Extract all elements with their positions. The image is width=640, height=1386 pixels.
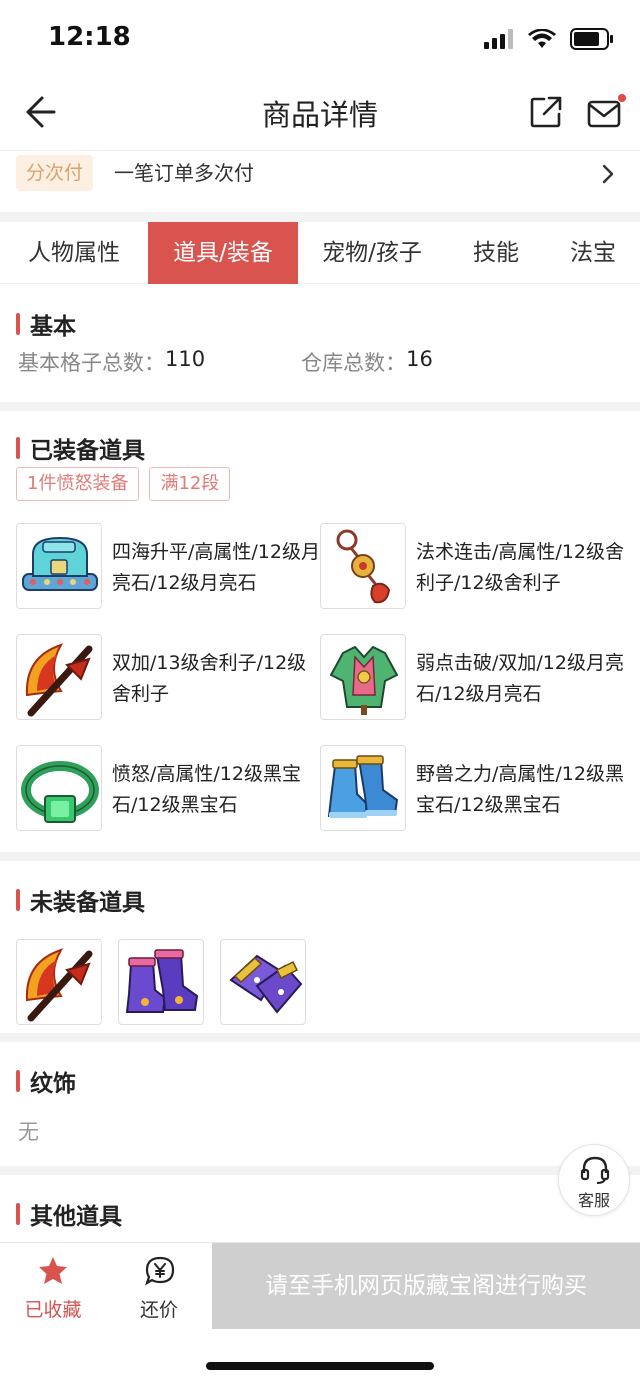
status-icons <box>484 28 614 50</box>
tab-skills[interactable]: 技能 <box>446 222 546 284</box>
anger-equipment-tag: 1件愤怒装备 <box>16 467 140 501</box>
section-title: 已装备道具 <box>30 438 145 464</box>
section-title: 基本 <box>30 314 76 340</box>
headset-icon <box>580 1156 610 1184</box>
message-icon[interactable] <box>586 94 626 130</box>
other-items-section: 其他道具 <box>0 1175 640 1242</box>
category-tabs: 人物属性 道具/装备 宠物/孩子 技能 法宝 <box>0 222 640 284</box>
installment-text: 一笔订单多次付 <box>114 161 254 185</box>
armor-icon <box>320 634 406 720</box>
grid-count-label: 基本格子总数： <box>18 351 165 375</box>
necklace-icon <box>320 523 406 609</box>
section-header: 基本 <box>16 307 76 341</box>
wifi-icon <box>528 29 556 48</box>
gauntlet-icon[interactable] <box>220 939 306 1025</box>
pattern-value: 无 <box>18 1120 39 1144</box>
equipped-item-desc: 四海升平/高属性/12级月亮石/12级月亮石 <box>112 541 320 594</box>
equipped-item-desc: 法术连击/高属性/12级舍利子/12级舍利子 <box>416 541 624 594</box>
installment-row[interactable]: 分次付 一笔订单多次付 <box>0 150 640 212</box>
section-header: 纹饰 <box>16 1064 76 1098</box>
yen-bubble-icon <box>145 1256 175 1286</box>
favorite-button[interactable]: 已收藏 <box>0 1243 106 1329</box>
share-icon[interactable] <box>528 94 564 130</box>
unequipped-section: 未装备道具 <box>0 861 640 1033</box>
section-header: 其他道具 <box>16 1197 122 1231</box>
star-filled-icon <box>39 1257 67 1284</box>
battery-icon <box>570 28 613 50</box>
customer-service-button[interactable]: 客服 <box>558 1144 630 1216</box>
grid-count-value: 110 <box>165 347 206 371</box>
belt-icon <box>16 745 102 831</box>
equipped-section: 已装备道具 1件愤怒装备 满12段 四海升平/高属性/12级月亮石/12级月亮石 <box>0 411 640 852</box>
status-time: 12:18 <box>48 22 131 52</box>
weapon-axe-icon[interactable] <box>16 939 102 1025</box>
equipped-item[interactable]: 愤怒/高属性/12级黑宝石/12级黑宝石 <box>16 745 316 831</box>
warehouse-count-label: 仓库总数： <box>301 351 407 375</box>
customer-service-label: 客服 <box>577 1191 610 1210</box>
section-title: 纹饰 <box>30 1071 76 1097</box>
favorite-label: 已收藏 <box>24 1299 82 1321</box>
section-accent-bar <box>16 889 20 911</box>
section-header: 已装备道具 <box>16 431 145 465</box>
section-title: 未装备道具 <box>30 890 145 916</box>
boots-icon <box>320 745 406 831</box>
equipped-item-desc: 野兽之力/高属性/12级黑宝石/12级黑宝石 <box>416 763 624 816</box>
buy-button-disabled[interactable]: 请至手机网页版藏宝阁进行购买 <box>212 1243 640 1329</box>
section-accent-bar <box>16 1203 20 1225</box>
equipped-item[interactable]: 四海升平/高属性/12级月亮石/12级月亮石 <box>16 523 320 609</box>
tab-treasures[interactable]: 法宝 <box>546 222 640 284</box>
boots-icon[interactable] <box>118 939 204 1025</box>
pattern-section: 纹饰 无 <box>0 1042 640 1166</box>
basic-section: 基本 基本格子总数： 110 仓库总数： 16 <box>0 285 640 402</box>
weapon-axe-icon <box>16 634 102 720</box>
installment-tag: 分次付 <box>16 155 94 191</box>
equipped-item-desc: 双加/13级舍利子/12级舍利子 <box>112 652 307 705</box>
bargain-label: 还价 <box>139 1299 178 1321</box>
section-divider <box>0 402 640 411</box>
warehouse-count-value: 16 <box>406 347 433 371</box>
section-divider <box>0 1033 640 1042</box>
basic-stats: 基本格子总数： 110 仓库总数： 16 <box>18 347 433 377</box>
signal-icon <box>484 29 513 49</box>
section-divider <box>0 1166 640 1175</box>
section-accent-bar <box>16 1070 20 1092</box>
tab-items-equipment[interactable]: 道具/装备 <box>148 222 298 284</box>
equipped-item[interactable]: 弱点击破/双加/12级月亮石/12级月亮石 <box>320 634 624 720</box>
unequipped-items <box>16 939 306 1025</box>
equipped-item-desc: 愤怒/高属性/12级黑宝石/12级黑宝石 <box>112 763 301 816</box>
section-divider <box>0 212 640 222</box>
equipment-tags: 1件愤怒装备 满12段 <box>16 467 231 501</box>
equipped-item[interactable]: 双加/13级舍利子/12级舍利子 <box>16 634 316 720</box>
section-accent-bar <box>16 313 20 335</box>
helmet-icon <box>16 523 102 609</box>
bottom-action-bar: 已收藏 还价 请至手机网页版藏宝阁进行购买 <box>0 1242 640 1329</box>
chevron-right-icon <box>602 164 614 184</box>
bargain-button[interactable]: 还价 <box>106 1243 212 1329</box>
section-header: 未装备道具 <box>16 883 145 917</box>
section-title: 其他道具 <box>30 1204 122 1230</box>
tab-pets-children[interactable]: 宠物/孩子 <box>298 222 446 284</box>
max-level-tag: 满12段 <box>149 467 231 501</box>
section-accent-bar <box>16 437 20 459</box>
section-divider <box>0 852 640 861</box>
equipped-item[interactable]: 法术连击/高属性/12级舍利子/12级舍利子 <box>320 523 624 609</box>
equipped-item-desc: 弱点击破/双加/12级月亮石/12级月亮石 <box>416 652 624 705</box>
home-indicator <box>206 1362 434 1370</box>
tab-character-attributes[interactable]: 人物属性 <box>0 222 148 284</box>
nav-bar: 商品详情 <box>0 78 640 148</box>
status-bar: 12:18 <box>0 0 640 78</box>
equipped-item[interactable]: 野兽之力/高属性/12级黑宝石/12级黑宝石 <box>320 745 624 831</box>
